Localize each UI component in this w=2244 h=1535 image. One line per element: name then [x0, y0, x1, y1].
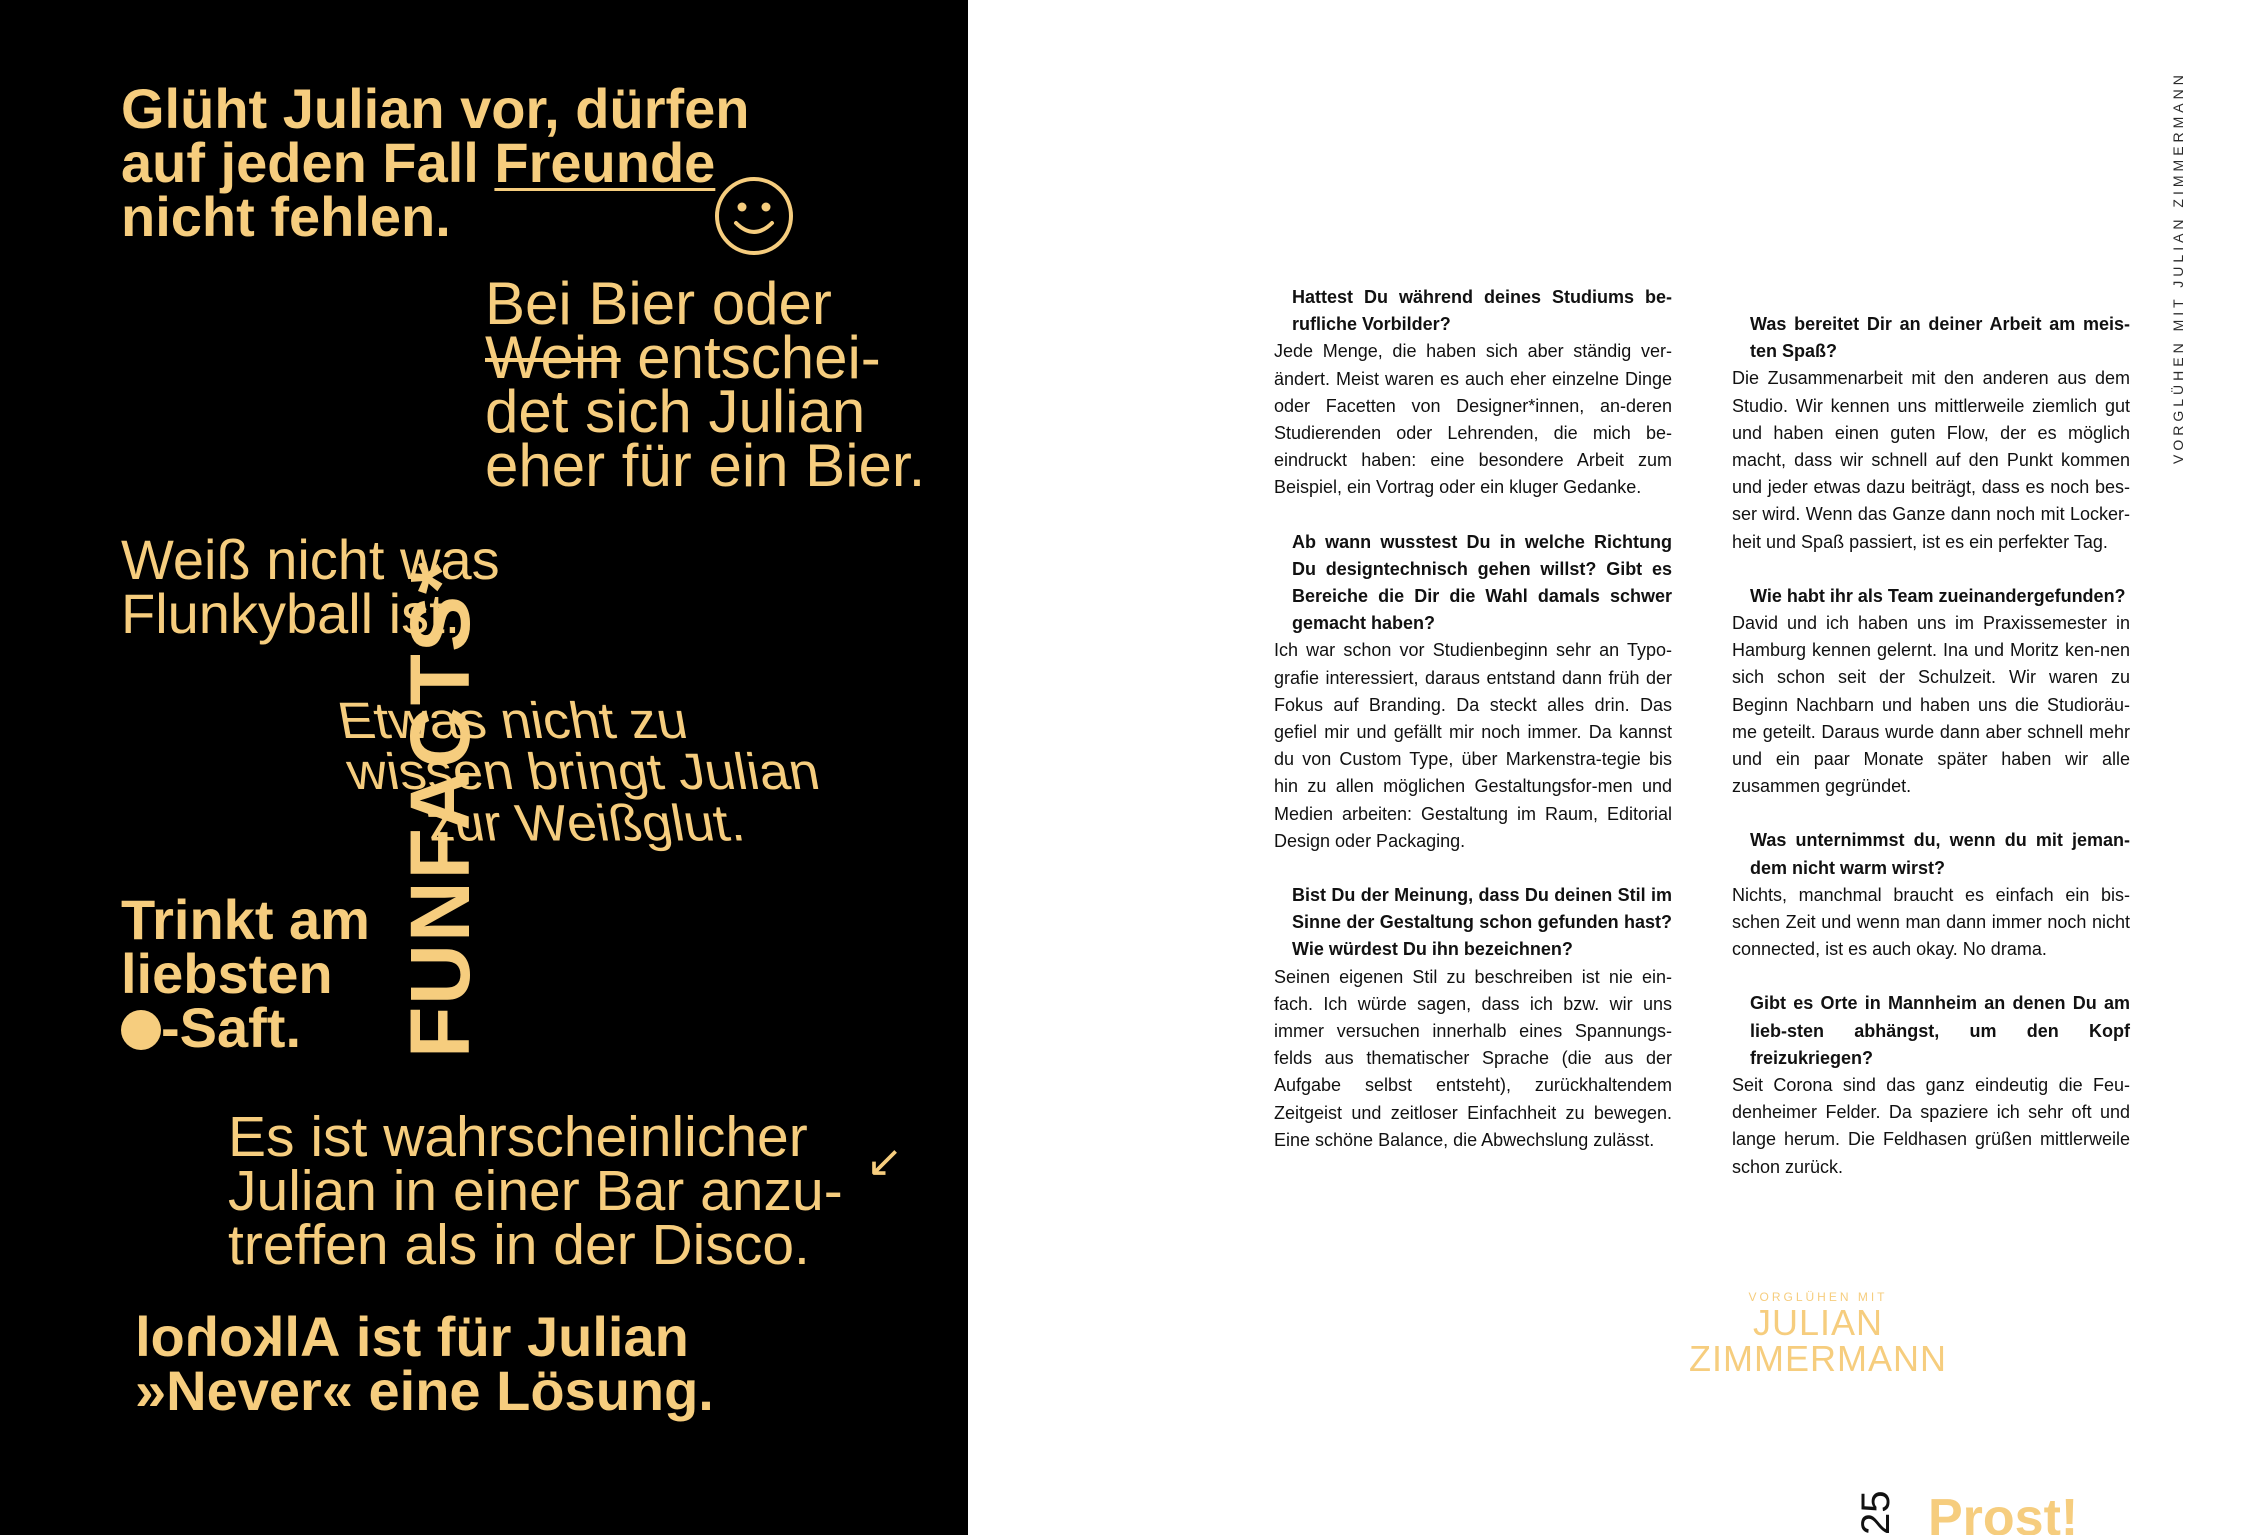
- fact-alcohol-line2: »Never« eine Lösung.: [135, 1359, 714, 1422]
- interview-answer: David und ich haben uns im Praxissemeste…: [1732, 613, 2130, 797]
- fact-beer-line4: eher für ein Bier.: [485, 432, 926, 499]
- fact-beer-line2: Wein entschei-: [485, 328, 925, 388]
- interview-question: Ab wann wusstest Du in welche Richtung D…: [1292, 531, 1672, 634]
- fact-juice-line1: Trinkt am: [121, 888, 370, 951]
- fact-friends-line2: auf jeden Fall Freunde: [121, 135, 750, 191]
- interview-answer: Seinen eigenen Stil zu beschreiben ist n…: [1274, 966, 1672, 1150]
- fact-bar-disco-line1: Es ist wahrscheinlicher: [228, 1105, 808, 1169]
- fact-bar-disco-line2: Julian in einer Bar anzu-: [228, 1159, 843, 1223]
- interview-question: Gibt es Orte in Mannheim an denen Du am …: [1750, 993, 2130, 1068]
- interview-answer: Jede Menge, die haben sich aber ständig …: [1274, 341, 1672, 498]
- fact-juice: Trinkt am liebsten -Saft.: [121, 888, 370, 1056]
- left-page-funfacts: Glüht Julian vor, dürfen auf jeden Fall …: [0, 0, 968, 1535]
- fact-beer-line1: Bei Bier oder: [485, 270, 832, 337]
- prost-heading: Prost!: [1928, 1489, 2079, 1535]
- fact-bar-disco-line3: treffen als in der Disco.: [228, 1213, 810, 1277]
- interview-question: Was unternimmst du, wenn du mit jeman-de…: [1750, 830, 2130, 878]
- signature-name: JULIAN ZIMMERMANN: [1568, 1305, 2068, 1377]
- funfacts-vertical-title: FUNFACTS*: [393, 559, 487, 1058]
- fact-bar-disco: Es ist wahrscheinlicher Julian in einer …: [228, 1105, 843, 1277]
- fact-alcohol: Alkohol ist für Julian »Never« eine Lösu…: [135, 1305, 714, 1422]
- fact-alcohol-mirrored-word: Alkohol: [135, 1305, 341, 1368]
- fact-juice-line3: -Saft.: [161, 996, 301, 1059]
- orange-dot-icon: [121, 1010, 161, 1050]
- interview-answer: Seit Corona sind das ganz eindeutig die …: [1732, 1075, 2130, 1177]
- interview-question: Was bereitet Dir an deiner Arbeit am mei…: [1750, 314, 2130, 362]
- interview-question: Wie habt ihr als Team zueinandergefunden…: [1750, 585, 2126, 606]
- fact-friends: Glüht Julian vor, dürfen auf jeden Fall …: [121, 77, 750, 248]
- arrow-down-left-icon: ↙: [866, 1137, 903, 1186]
- interview-answer: Ich war schon vor Studienbeginn sehr an …: [1274, 640, 1672, 851]
- vertical-running-header: VORGLÜHEN MIT JULIAN ZIMMERMANN: [2170, 71, 2186, 464]
- signature-name-line2: ZIMMERMANN: [1689, 1338, 1947, 1379]
- interview-question: Bist Du der Meinung, dass Du deinen Stil…: [1292, 885, 1672, 960]
- interview-column-1: Hattest Du während deines Studiums be-ru…: [1274, 284, 1672, 1181]
- fact-friends-line3: nicht fehlen.: [121, 185, 451, 248]
- fact-beer: Bei Bier oder Wein entschei- det sich Ju…: [485, 270, 926, 499]
- fact-friends-line1: Glüht Julian vor, dürfen: [121, 77, 750, 140]
- interview-column-2: Was bereitet Dir an deiner Arbeit am mei…: [1732, 311, 2130, 1208]
- page-number: 25: [1854, 1490, 1898, 1535]
- fact-juice-line3-wrap: -Saft.: [121, 1000, 370, 1056]
- fact-beer-line3: det sich Julian: [485, 378, 866, 445]
- fact-alcohol-line1: Alkohol ist für Julian: [135, 1305, 714, 1368]
- smiley-face-icon: [715, 177, 793, 255]
- fact-friends-underlined-word: Freunde: [494, 131, 716, 194]
- interview-answer: Nichts, manchmal braucht es einfach ein …: [1732, 884, 2130, 960]
- right-page-interview: VORGLÜHEN MIT JULIAN ZIMMERMANN Hattest …: [968, 0, 2244, 1535]
- interview-answer: Die Zusammenarbeit mit den anderen aus d…: [1732, 368, 2130, 552]
- interview-question: Hattest Du während deines Studiums be-ru…: [1292, 287, 1672, 335]
- signature-name-line1: JULIAN: [1752, 1302, 1884, 1343]
- fact-juice-line2: liebsten: [121, 942, 333, 1005]
